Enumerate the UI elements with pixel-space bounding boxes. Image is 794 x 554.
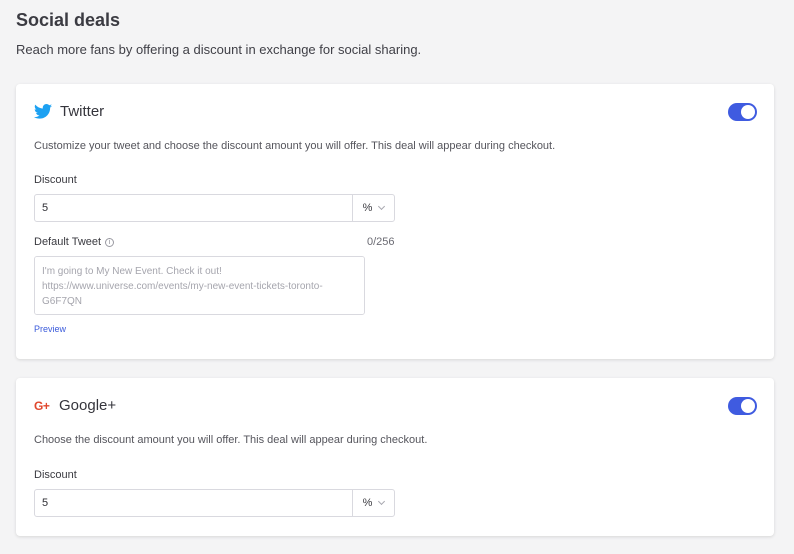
- default-tweet-textarea[interactable]: [34, 256, 365, 315]
- info-icon[interactable]: i: [105, 237, 115, 247]
- unit-value: %: [362, 202, 373, 214]
- page-subtitle: Reach more fans by offering a discount i…: [16, 42, 422, 57]
- toggle-knob: [741, 399, 755, 413]
- toggle-knob: [741, 105, 755, 119]
- google-discount-input[interactable]: [35, 490, 352, 516]
- default-tweet-label-row: Default Tweet i: [34, 236, 115, 248]
- page-title: Social deals: [16, 10, 121, 30]
- google-discount-group: %: [34, 489, 395, 517]
- google-card-header: G+ Google+: [34, 397, 116, 414]
- google-discount-unit-select[interactable]: %: [352, 490, 394, 516]
- twitter-bird-icon: [34, 104, 52, 119]
- preview-link[interactable]: Preview: [34, 324, 66, 334]
- twitter-card: Twitter Customize your tweet and choose …: [16, 84, 774, 359]
- twitter-card-header: Twitter: [34, 103, 104, 120]
- twitter-discount-input[interactable]: [35, 195, 352, 221]
- google-toggle[interactable]: [728, 397, 757, 415]
- tweet-character-counter: 0/256: [367, 236, 395, 248]
- twitter-discount-unit-select[interactable]: %: [352, 195, 394, 221]
- twitter-discount-group: %: [34, 194, 395, 222]
- google-description: Choose the discount amount you will offe…: [34, 434, 428, 446]
- google-card: G+ Google+ Choose the discount amount yo…: [16, 378, 774, 536]
- unit-value: %: [362, 497, 373, 509]
- twitter-toggle[interactable]: [728, 103, 757, 121]
- twitter-discount-label: Discount: [34, 174, 77, 186]
- twitter-description: Customize your tweet and choose the disc…: [34, 140, 556, 152]
- chevron-down-icon: [378, 202, 386, 211]
- chevron-down-icon: [378, 497, 386, 506]
- google-plus-icon: G+: [34, 398, 50, 413]
- twitter-title: Twitter: [60, 103, 105, 120]
- google-discount-label: Discount: [34, 469, 77, 481]
- google-title: Google+: [59, 397, 117, 414]
- default-tweet-label: Default Tweet: [34, 236, 102, 248]
